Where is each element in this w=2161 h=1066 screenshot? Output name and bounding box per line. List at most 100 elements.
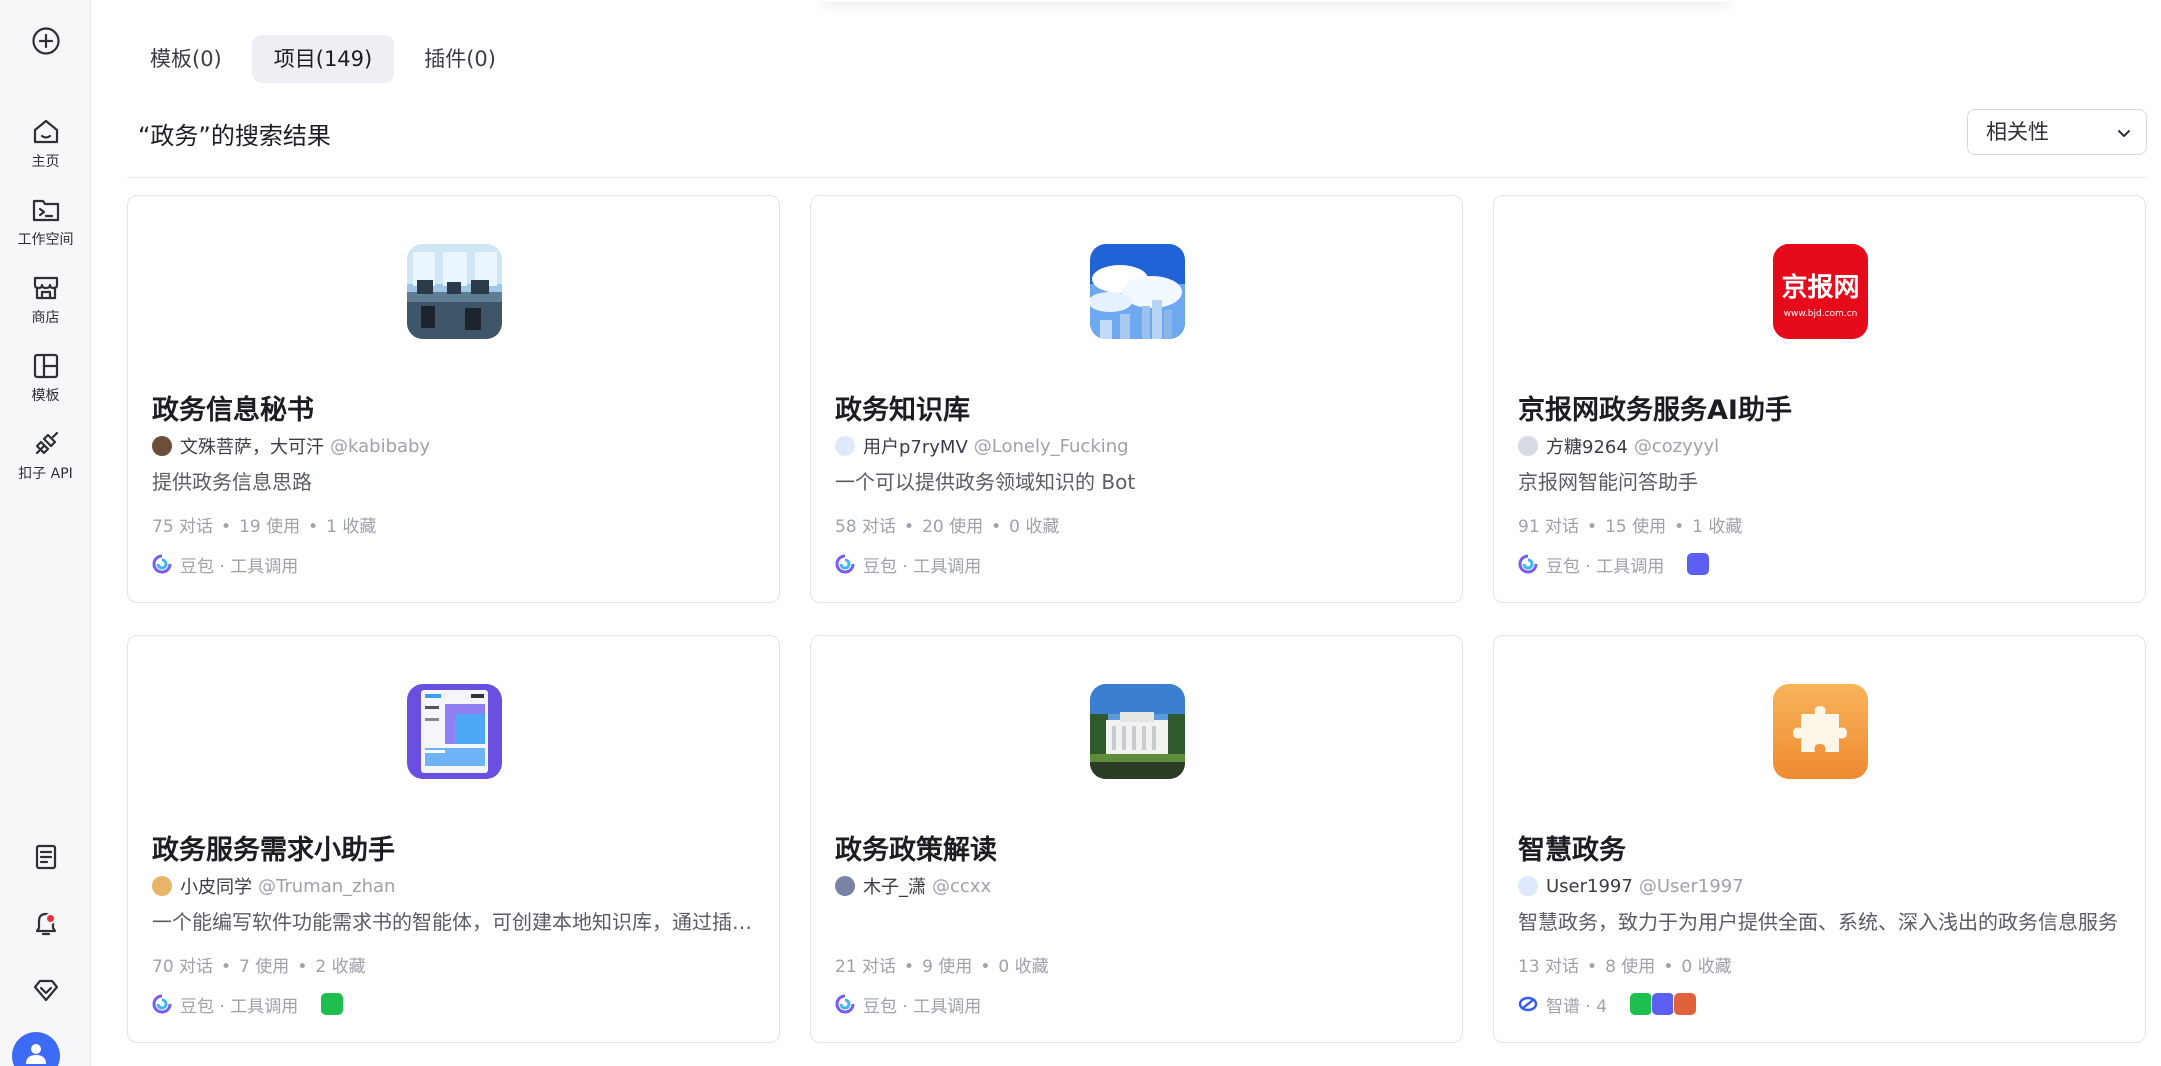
author-handle: @kabibaby <box>330 435 431 457</box>
dialog-count: 21 对话 <box>835 957 897 977</box>
dialog-count: 91 对话 <box>1518 517 1580 537</box>
document-icon <box>35 844 56 870</box>
favorite-count: 0 收藏 <box>1681 957 1732 977</box>
logo-url: www.bjd.com.cn <box>1784 309 1858 319</box>
card-author: 用户p7ryMV @Lonely_Fucking <box>835 434 1129 458</box>
sidebar-item-label: 扣子 API <box>18 466 73 482</box>
terminal-folder-icon <box>32 199 59 222</box>
user-avatar[interactable] <box>12 1032 60 1066</box>
author-avatar <box>1518 876 1538 896</box>
sidebar-item-template[interactable]: 模板 <box>0 351 91 405</box>
author-name: 小皮同学 <box>180 877 252 898</box>
card-author: 小皮同学 @Truman_zhan <box>152 874 395 898</box>
tab-templates[interactable]: 模板(0) <box>128 35 244 83</box>
card-author: 文殊菩萨，大可汗 @kabibaby <box>152 434 430 458</box>
author-name: 木子_潇 <box>863 877 926 898</box>
card-stats: 21 对话 • 9 使用 • 0 收藏 <box>835 957 1049 977</box>
cube-plugin-icon <box>1651 992 1676 1016</box>
sidebar-item-label: 模板 <box>31 388 60 404</box>
logo-text: 京报网 <box>1781 272 1859 303</box>
api-icon <box>35 431 58 455</box>
card-author: 木子_潇 @ccxx <box>835 874 991 898</box>
card-title: 政务信息秘书 <box>152 395 314 426</box>
home-icon <box>33 119 58 144</box>
card-stats: 75 对话 • 19 使用 • 1 收藏 <box>152 517 377 537</box>
gem-icon <box>33 979 58 1002</box>
doubao-logo-icon <box>1518 554 1538 574</box>
project-card[interactable]: 政务服务需求小助手 小皮同学 @Truman_zhan 一个能编写软件功能需求书… <box>127 635 780 1043</box>
card-model: 智谱 · 4 <box>1518 992 1698 1017</box>
card-description: 京报网智能问答助手 <box>1518 470 1698 494</box>
store-icon <box>33 276 58 300</box>
project-card[interactable]: 智慧政务 User1997 @User1997 智慧政务，致力于为用户提供全面、… <box>1493 635 2146 1043</box>
card-description: 提供政务信息思路 <box>152 470 312 494</box>
card-description: 一个可以提供政务领域知识的 Bot <box>835 470 1136 494</box>
author-avatar <box>152 876 172 896</box>
model-label: 豆包 · 工具调用 <box>180 556 299 577</box>
plugin-icons <box>1629 992 1698 1016</box>
favorite-count: 1 收藏 <box>326 517 377 537</box>
tab-plugins[interactable]: 插件(0) <box>402 35 518 83</box>
sort-select[interactable]: 相关性 <box>1967 109 2147 155</box>
project-card[interactable]: 政务知识库 用户p7ryMV @Lonely_Fucking 一个可以提供政务领… <box>810 195 1463 603</box>
page-title: “政务”的搜索结果 <box>138 122 331 150</box>
project-card[interactable]: 京报网 www.bjd.com.cn 京报网政务服务AI助手 方糖9264 @c… <box>1493 195 2146 603</box>
dashboard-image <box>407 684 502 779</box>
sidebar-item-home[interactable]: 主页 <box>0 117 91 171</box>
favorite-count: 2 收藏 <box>315 957 366 977</box>
favorite-count: 0 收藏 <box>998 957 1049 977</box>
project-card[interactable]: 政务信息秘书 文殊菩萨，大可汗 @kabibaby 提供政务信息思路 75 对话… <box>127 195 780 603</box>
dialog-count: 70 对话 <box>152 957 214 977</box>
author-name: User1997 <box>1546 875 1633 897</box>
sidebar-item-label: 工作空间 <box>17 232 74 248</box>
card-title: 政务政策解读 <box>835 835 997 866</box>
subscription-button[interactable] <box>0 975 91 1005</box>
author-handle: @ccxx <box>932 875 992 897</box>
tab-projects[interactable]: 项目(149) <box>251 35 395 83</box>
sky-city-image <box>1090 244 1185 339</box>
author-name: 方糖9264 <box>1546 437 1628 458</box>
author-avatar <box>1518 436 1538 456</box>
use-count: 9 使用 <box>922 957 973 977</box>
bell-icon <box>35 912 56 936</box>
favorite-count: 1 收藏 <box>1692 517 1743 537</box>
plugin-icons <box>1686 552 1711 576</box>
card-title: 政务服务需求小助手 <box>152 835 395 866</box>
building-image <box>1090 684 1185 779</box>
card-stats: 70 对话 • 7 使用 • 2 收藏 <box>152 957 366 977</box>
card-author: User1997 @User1997 <box>1518 874 1744 898</box>
use-count: 20 使用 <box>922 517 984 537</box>
card-model: 豆包 · 工具调用 <box>1518 552 1711 577</box>
author-avatar <box>152 436 172 456</box>
card-model: 豆包 · 工具调用 <box>835 992 981 1017</box>
workflow-plugin-icon <box>320 992 345 1016</box>
use-count: 8 使用 <box>1605 957 1656 977</box>
sidebar-item-api[interactable]: 扣子 API <box>0 429 91 483</box>
project-card[interactable]: 政务政策解读 木子_潇 @ccxx 21 对话 • 9 使用 • 0 收藏 豆包 · 工… <box>810 635 1463 1043</box>
sort-select-value: 相关性 <box>1986 120 2049 144</box>
template-icon <box>33 353 58 379</box>
author-name: 文殊菩萨，大可汗 <box>180 437 324 458</box>
cube-plugin-icon <box>1686 552 1711 576</box>
sidebar-item-workspace[interactable]: 工作空间 <box>0 195 91 249</box>
doubao-logo-icon <box>152 994 172 1014</box>
zhipu-logo-icon <box>1518 996 1538 1012</box>
use-count: 7 使用 <box>239 957 290 977</box>
plus-circle-icon <box>31 27 60 55</box>
dialog-count: 13 对话 <box>1518 957 1580 977</box>
docs-button[interactable] <box>0 843 91 871</box>
plugin-icons <box>320 992 345 1016</box>
create-button[interactable] <box>0 26 91 56</box>
result-tabs: 模板(0) 项目(149) 插件(0) <box>128 35 518 83</box>
author-handle: @Truman_zhan <box>258 875 396 897</box>
search-bar-shadow <box>820 0 1730 2</box>
bjd-logo: 京报网 www.bjd.com.cn <box>1773 244 1868 339</box>
model-label: 智谱 · 4 <box>1546 996 1608 1017</box>
notifications-button[interactable] <box>0 908 91 938</box>
sidebar-item-store[interactable]: 商店 <box>0 273 91 327</box>
favorite-count: 0 收藏 <box>1009 517 1060 537</box>
card-stats: 13 对话 • 8 使用 • 0 收藏 <box>1518 957 1732 977</box>
use-count: 19 使用 <box>239 517 301 537</box>
user-avatar-icon <box>26 1044 46 1064</box>
sidebar-item-label: 主页 <box>31 154 60 170</box>
